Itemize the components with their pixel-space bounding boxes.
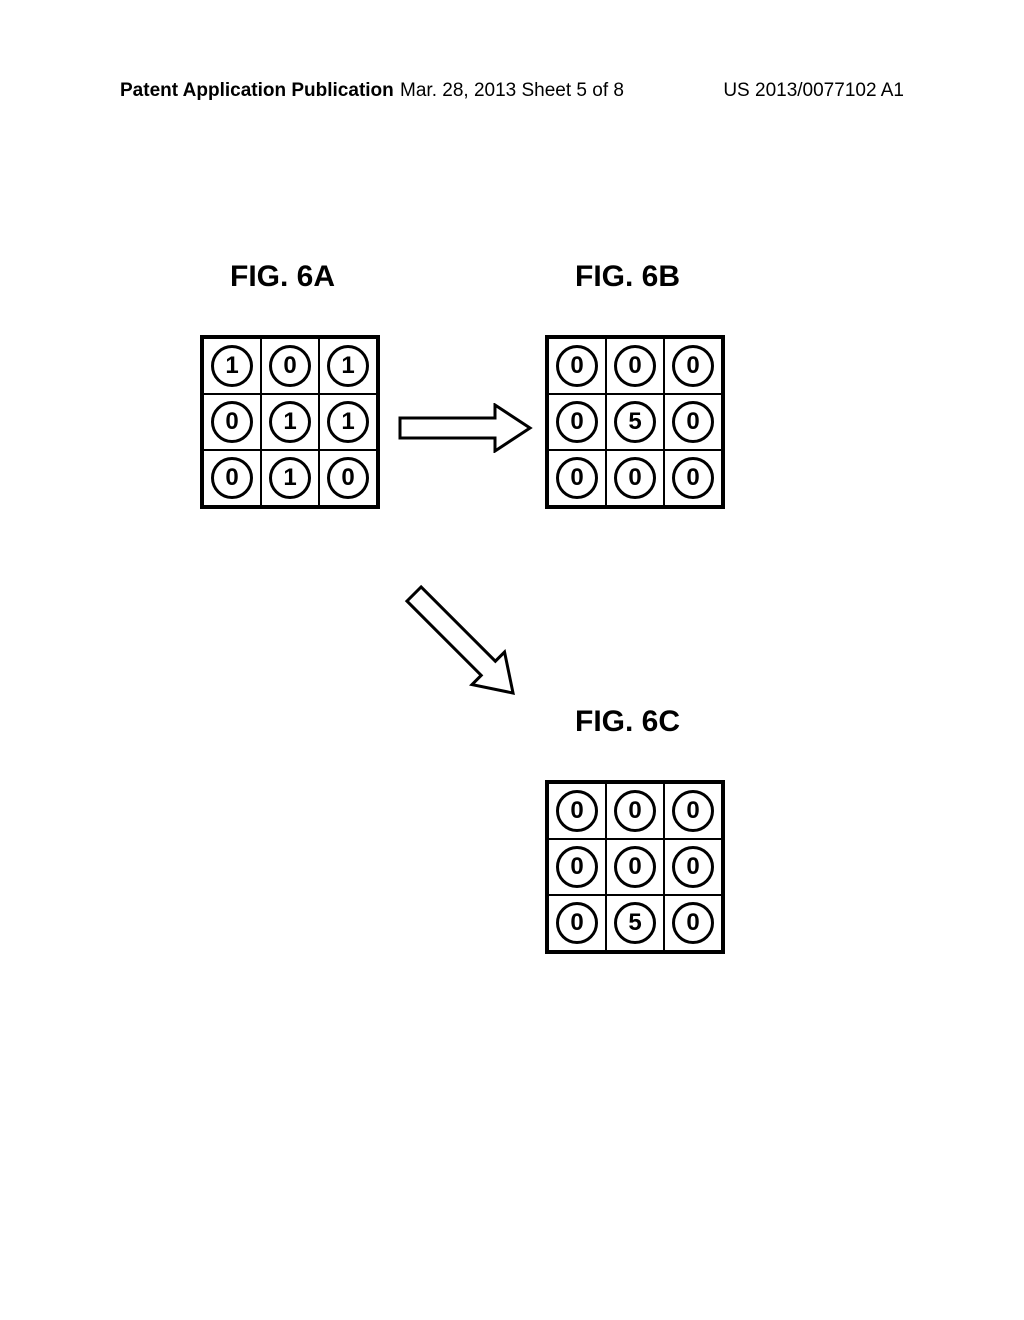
cell-value: 0	[614, 345, 656, 387]
cell-value: 0	[614, 457, 656, 499]
cell-value: 1	[269, 457, 311, 499]
cell-value: 0	[614, 846, 656, 888]
page-header: Patent Application Publication Mar. 28, …	[0, 80, 1024, 102]
publication-label: Patent Application Publication	[120, 80, 394, 102]
figure-label-6a: FIG. 6A	[230, 260, 335, 294]
matrix-cell: 5	[606, 394, 664, 450]
cell-value: 0	[672, 846, 714, 888]
cell-value: 1	[327, 401, 369, 443]
cell-value: 0	[672, 345, 714, 387]
matrix-cell: 0	[203, 450, 261, 506]
cell-value: 0	[672, 401, 714, 443]
cell-value: 1	[211, 345, 253, 387]
matrix-cell: 0	[664, 839, 722, 895]
matrix-cell: 0	[548, 895, 606, 951]
matrix-cell: 0	[548, 783, 606, 839]
cell-value: 0	[556, 846, 598, 888]
matrix-cell: 0	[548, 839, 606, 895]
matrix-cell: 0	[664, 394, 722, 450]
matrix-cell: 0	[606, 839, 664, 895]
matrix-cell: 0	[606, 338, 664, 394]
cell-value: 0	[672, 457, 714, 499]
matrix-cell: 0	[548, 394, 606, 450]
arrow-diagonal-icon	[370, 550, 550, 730]
matrix-cell: 0	[548, 450, 606, 506]
figure-label-6b: FIG. 6B	[575, 260, 680, 294]
matrix-cell: 1	[261, 450, 319, 506]
cell-value: 5	[614, 401, 656, 443]
date-sheet-label: Mar. 28, 2013 Sheet 5 of 8	[400, 80, 624, 102]
arrow-right-icon	[395, 403, 535, 453]
cell-value: 0	[672, 790, 714, 832]
matrix-cell: 0	[203, 394, 261, 450]
patent-number: US 2013/0077102 A1	[723, 80, 904, 102]
matrix-cell: 1	[319, 394, 377, 450]
matrix-cell: 0	[664, 895, 722, 951]
cell-value: 5	[614, 902, 656, 944]
matrix-6b: 0 0 0 0 5 0 0 0 0	[545, 335, 725, 509]
matrix-cell: 1	[203, 338, 261, 394]
matrix-6c: 0 0 0 0 0 0 0 5 0	[545, 780, 725, 954]
cell-value: 0	[614, 790, 656, 832]
cell-value: 0	[556, 790, 598, 832]
cell-value: 0	[556, 457, 598, 499]
matrix-cell: 0	[261, 338, 319, 394]
matrix-cell: 0	[606, 450, 664, 506]
matrix-cell: 5	[606, 895, 664, 951]
cell-value: 0	[556, 401, 598, 443]
cell-value: 0	[672, 902, 714, 944]
cell-value: 0	[327, 457, 369, 499]
matrix-cell: 0	[319, 450, 377, 506]
figure-label-6c: FIG. 6C	[575, 705, 680, 739]
cell-value: 0	[556, 345, 598, 387]
matrix-cell: 0	[606, 783, 664, 839]
matrix-6a: 1 0 1 0 1 1 0 1 0	[200, 335, 380, 509]
cell-value: 1	[327, 345, 369, 387]
matrix-cell: 1	[319, 338, 377, 394]
matrix-cell: 0	[664, 450, 722, 506]
cell-value: 0	[269, 345, 311, 387]
matrix-cell: 0	[664, 338, 722, 394]
cell-value: 0	[211, 401, 253, 443]
cell-value: 0	[211, 457, 253, 499]
cell-value: 0	[556, 902, 598, 944]
matrix-cell: 1	[261, 394, 319, 450]
matrix-cell: 0	[548, 338, 606, 394]
matrix-cell: 0	[664, 783, 722, 839]
cell-value: 1	[269, 401, 311, 443]
